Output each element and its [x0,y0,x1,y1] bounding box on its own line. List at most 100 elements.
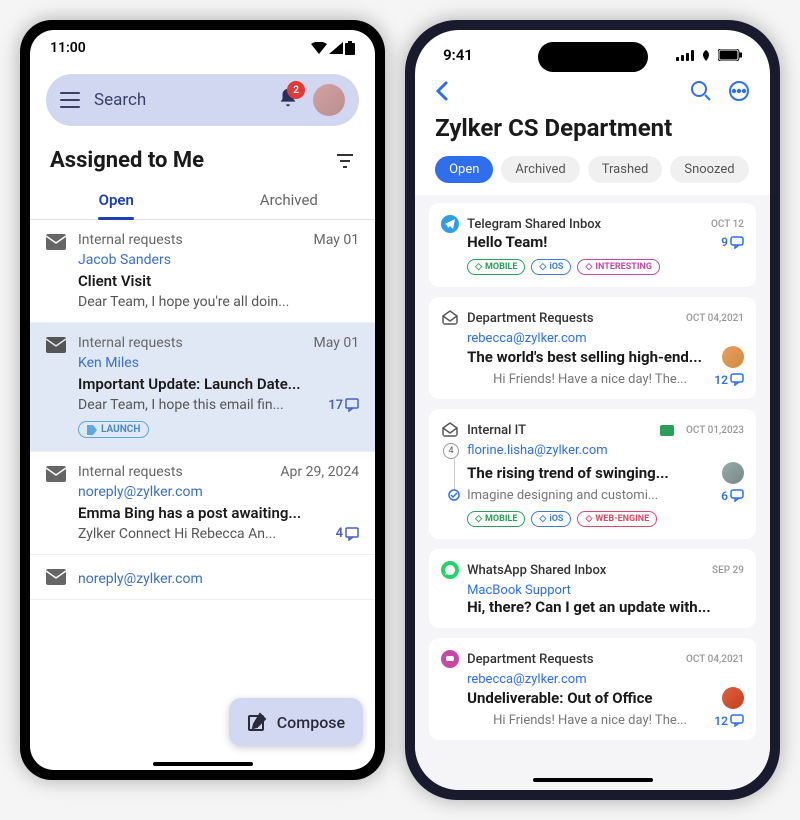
source-name: Department Requests [467,652,678,667]
email-sender: noreply@zylker.com [78,571,359,587]
email-preview: Dear Team, I hope this email fin... [78,397,284,413]
thread-end-icon [448,489,460,501]
profile-avatar[interactable] [313,84,345,116]
email-category: Internal requests [78,464,183,480]
thread-count: 4 [336,526,359,541]
comment-icon [730,373,744,386]
tab-archived[interactable]: Archived [203,181,376,219]
tag-ios: ◇ iOS [531,511,571,527]
tag-icon [87,425,97,435]
sender-avatar [722,346,744,368]
ios-nav [435,80,750,102]
whatsapp-icon [441,561,459,579]
email-date: OCT 04,2021 [686,654,744,665]
email-card[interactable]: Telegram Shared Inbox OCT 12 Hello Team!… [429,203,756,287]
dynamic-island [538,42,648,72]
email-date: Apr 29, 2024 [280,464,359,480]
envelope-open-icon [441,309,459,327]
email-subject: Important Update: Launch Date... [78,375,359,393]
email-content: noreply@zylker.com [78,567,359,587]
inbox-indicator-icon [660,425,674,436]
sender-avatar [722,462,744,484]
back-icon[interactable] [435,81,449,101]
email-card[interactable]: Department Requests OCT 04,2021 rebecca@… [429,638,756,740]
source-name: Internal IT [467,423,652,438]
email-item[interactable]: Internal requests May 01 Ken Miles Import… [30,323,375,452]
email-card[interactable]: WhatsApp Shared Inbox SEP 29 MacBook Sup… [429,549,756,628]
filter-trashed[interactable]: Trashed [588,156,663,183]
filter-archived[interactable]: Archived [501,156,579,183]
email-category: Internal requests [78,232,183,248]
email-sender: Ken Miles [78,355,359,371]
email-sender: rebecca@zylker.com [467,331,744,346]
iphone-frame: 9:41 Zylker CS Department Open Archived … [405,20,780,800]
email-preview: Hi Friends! Have a nice day! The... [493,372,687,387]
compose-button[interactable]: Compose [229,698,363,746]
notifications-button[interactable]: 2 [277,87,299,113]
email-preview: Hi Friends! Have a nice day! The... [493,713,687,728]
telegram-icon [441,215,459,233]
email-subject: Undeliverable: Out of Office [467,689,714,707]
envelope-icon [46,337,66,353]
email-subject: Hello Team! [467,233,713,251]
email-card[interactable]: Department Requests OCT 04,2021 rebecca@… [429,297,756,399]
battery-icon [718,49,742,61]
envelope-icon [46,569,66,585]
email-subject: Emma Bing has a post awaiting... [78,504,359,522]
email-date: May 01 [314,335,360,351]
email-date: OCT 04,2021 [686,313,744,324]
signal-icon [676,50,694,61]
page-header: Assigned to Me [30,134,375,181]
email-preview: Imagine designing and customi... [467,488,658,503]
compose-label: Compose [277,713,345,732]
email-subject: Hi, there? Can I get an update with... [467,598,744,616]
search-placeholder: Search [94,90,263,110]
chat-icon [441,650,459,668]
email-preview: Dear Team, I hope you're all doin... [78,294,289,310]
email-subject: The world's best selling high-end... [467,348,714,366]
thread-count: 12 [714,714,744,728]
email-date: OCT 12 [711,219,744,230]
ios-header: Zylker CS Department Open Archived Trash… [415,72,770,195]
email-item[interactable]: noreply@zylker.com [30,555,375,600]
email-category: Internal requests [78,335,183,351]
email-list[interactable]: Telegram Shared Inbox OCT 12 Hello Team!… [415,195,770,790]
email-content: Internal requests Apr 29, 2024 noreply@zy… [78,464,359,542]
sender-avatar [722,687,744,709]
email-date: SEP 29 [712,565,744,576]
source-name: Department Requests [467,311,678,326]
android-status-time: 11:00 [50,40,86,56]
menu-icon[interactable] [60,92,80,108]
tag-web-engine: ◇ WEB-ENGINE [577,511,657,527]
home-indicator [153,762,253,766]
email-item[interactable]: Internal requests Apr 29, 2024 noreply@zy… [30,452,375,555]
android-status-icons [311,41,355,55]
thread-count: 12 [714,373,744,387]
android-screen: 11:00 Search 2 Assigned to Me Open Archi… [30,30,375,770]
source-name: Telegram Shared Inbox [467,217,703,232]
tag-ios: ◇ iOS [531,259,571,275]
email-sender: florine.lisha@zylker.com [467,443,744,458]
filter-open[interactable]: Open [435,156,493,183]
tag-mobile: ◇ MOBILE [467,259,525,275]
email-date: May 01 [314,232,360,248]
thread-count: 9 [721,235,744,249]
email-content: Internal requestsMay 01 Jacob Sanders Cl… [78,232,359,310]
search-bar[interactable]: Search 2 [46,74,359,126]
tag-mobile: ◇ MOBILE [467,511,525,527]
search-icon[interactable] [690,80,712,102]
email-sender: rebecca@zylker.com [467,672,744,687]
email-item[interactable]: Internal requestsMay 01 Jacob Sanders Cl… [30,220,375,323]
email-card[interactable]: Internal IT OCT 01,2023 4 florine.lisha@… [429,409,756,539]
tab-open[interactable]: Open [30,181,203,219]
wifi-icon [311,42,327,54]
email-subject: The rising trend of swinging... [467,464,714,482]
android-phone-frame: 11:00 Search 2 Assigned to Me Open Archi… [20,20,385,780]
filter-snoozed[interactable]: Snoozed [670,156,748,183]
tabs: Open Archived [30,181,375,220]
email-sender: noreply@zylker.com [78,484,359,500]
filter-icon[interactable] [335,153,355,169]
more-icon[interactable] [728,80,750,102]
notification-badge: 2 [287,81,305,99]
email-list[interactable]: Internal requestsMay 01 Jacob Sanders Cl… [30,220,375,770]
